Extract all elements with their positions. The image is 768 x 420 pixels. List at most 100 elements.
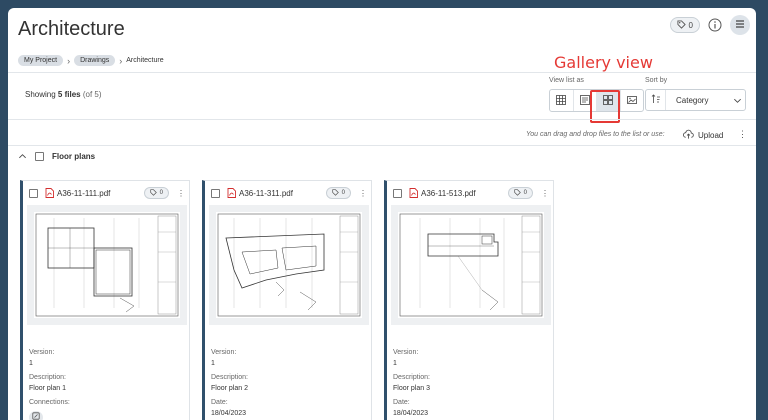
- page-title: Architecture: [18, 18, 125, 40]
- upload-label: Upload: [698, 131, 724, 140]
- date-value: 18/04/2023: [393, 410, 429, 417]
- showing-total: (of 5): [82, 90, 102, 99]
- list-icon: [579, 92, 590, 110]
- description-label: Description:: [393, 374, 430, 381]
- date-label: Date:: [393, 399, 410, 406]
- version-value: 1: [393, 360, 397, 367]
- floor-plan-drawing: [398, 212, 544, 318]
- file-tags-button[interactable]: 0: [325, 187, 351, 199]
- date-label: Date:: [211, 399, 228, 406]
- header-tags-button[interactable]: 0: [669, 17, 700, 33]
- sort-by-dropdown[interactable]: Category: [645, 89, 746, 111]
- page-header: Architecture 0: [8, 8, 756, 48]
- description-label: Description:: [211, 374, 248, 381]
- chevron-right-icon: ›: [67, 55, 71, 66]
- description-value: Floor plan 3: [393, 385, 430, 392]
- file-metadata: Version: 1 Description: Floor plan 2 Dat…: [211, 347, 248, 419]
- header-tag-count: 0: [688, 20, 693, 30]
- sort-direction-button[interactable]: [646, 90, 666, 110]
- file-card-header: A36-11-311.pdf 0 ⋮: [211, 187, 367, 199]
- file-tags-button[interactable]: 0: [143, 187, 169, 199]
- breadcrumb-current: Architecture: [126, 57, 164, 64]
- group-label: Floor plans: [52, 152, 96, 161]
- description-value: Floor plan 1: [29, 385, 66, 392]
- version-value: 1: [211, 360, 215, 367]
- breadcrumb-my-project[interactable]: My Project: [18, 55, 64, 66]
- more-options-icon[interactable]: ⋮: [177, 189, 185, 198]
- view-image-button[interactable]: [621, 90, 644, 111]
- file-tag-count: 0: [523, 190, 527, 196]
- pdf-file-icon: [45, 188, 54, 198]
- view-list-label: View list as: [549, 77, 584, 84]
- file-name[interactable]: A36-11-513.pdf: [421, 189, 476, 198]
- file-count: Showing 5 files (of 5): [25, 90, 102, 99]
- divider: [8, 145, 756, 146]
- menu-button[interactable]: [730, 15, 750, 35]
- pdf-file-icon: [409, 188, 418, 198]
- file-checkbox[interactable]: [29, 188, 38, 198]
- table-icon: [556, 92, 567, 110]
- header-actions: 0: [669, 15, 750, 35]
- file-card-header: A36-11-111.pdf 0 ⋮: [29, 187, 185, 199]
- drag-drop-hint: You can drag and drop files to the list …: [526, 131, 665, 138]
- breadcrumb: My Project › Drawings › Architecture: [18, 55, 164, 66]
- chevron-up-icon[interactable]: [18, 152, 27, 161]
- file-card[interactable]: A36-11-311.pdf 0 ⋮ Version: 1 Descriptio…: [202, 180, 372, 420]
- connections-label: Connections:: [29, 399, 70, 406]
- connections-button[interactable]: [29, 411, 43, 420]
- chevron-right-icon: ›: [119, 55, 123, 66]
- divider: [8, 119, 756, 120]
- floor-plan-drawing: [216, 212, 362, 318]
- file-tag-count: 0: [341, 190, 345, 196]
- file-metadata: Version: 1 Description: Floor plan 3 Dat…: [393, 347, 430, 419]
- more-options-icon[interactable]: ⋮: [541, 189, 549, 198]
- file-checkbox[interactable]: [393, 188, 402, 198]
- file-name[interactable]: A36-11-111.pdf: [57, 189, 110, 198]
- version-label: Version:: [29, 349, 55, 356]
- file-thumbnail[interactable]: [27, 205, 187, 325]
- floor-plan-drawing: [34, 212, 180, 318]
- sort-by-label: Sort by: [645, 77, 668, 84]
- file-tag-count: 0: [159, 190, 163, 196]
- file-card-header: A36-11-513.pdf 0 ⋮: [393, 187, 549, 199]
- tag-icon: [676, 19, 686, 31]
- version-value: 1: [29, 360, 33, 367]
- gallery-view-annotation: Gallery view: [554, 53, 653, 72]
- chevron-down-icon: [729, 96, 745, 105]
- info-icon[interactable]: [708, 18, 722, 32]
- cloud-upload-icon: [683, 129, 694, 142]
- view-table-button[interactable]: [550, 90, 574, 111]
- divider: [8, 72, 756, 73]
- tag-icon: [332, 188, 339, 198]
- image-icon: [626, 92, 637, 110]
- file-name[interactable]: A36-11-311.pdf: [239, 189, 293, 198]
- app-window: Architecture 0 My Project › Drawings › A…: [8, 8, 756, 420]
- more-options-icon[interactable]: ⋮: [359, 189, 367, 198]
- description-label: Description:: [29, 374, 66, 381]
- file-metadata: Version: 1 Description: Floor plan 1 Con…: [29, 347, 70, 420]
- file-thumbnail[interactable]: [391, 205, 551, 325]
- link-icon: [32, 411, 40, 420]
- upload-button[interactable]: Upload: [683, 129, 723, 142]
- date-value: 18/04/2023: [211, 410, 247, 417]
- group-header-floor-plans: Floor plans: [18, 152, 95, 161]
- file-checkbox[interactable]: [211, 188, 220, 198]
- more-options-icon[interactable]: ⋮: [738, 129, 747, 140]
- description-value: Floor plan 2: [211, 385, 248, 392]
- pdf-file-icon: [227, 188, 236, 198]
- sort-by-value: Category: [676, 95, 709, 105]
- sort-icon: [651, 91, 661, 109]
- version-label: Version:: [211, 349, 237, 356]
- version-label: Version:: [393, 349, 419, 356]
- file-card[interactable]: A36-11-111.pdf 0 ⋮ Version: 1 Descriptio…: [20, 180, 190, 420]
- tag-icon: [514, 188, 521, 198]
- showing-prefix: Showing: [25, 90, 56, 99]
- group-checkbox[interactable]: [35, 152, 44, 161]
- file-tags-button[interactable]: 0: [507, 187, 533, 199]
- showing-count: 5 files: [57, 90, 81, 99]
- tag-icon: [150, 188, 157, 198]
- hamburger-icon: [735, 16, 745, 34]
- file-card[interactable]: A36-11-513.pdf 0 ⋮ Version: 1 Descriptio…: [384, 180, 554, 420]
- breadcrumb-drawings[interactable]: Drawings: [74, 55, 116, 66]
- file-thumbnail[interactable]: [209, 205, 369, 325]
